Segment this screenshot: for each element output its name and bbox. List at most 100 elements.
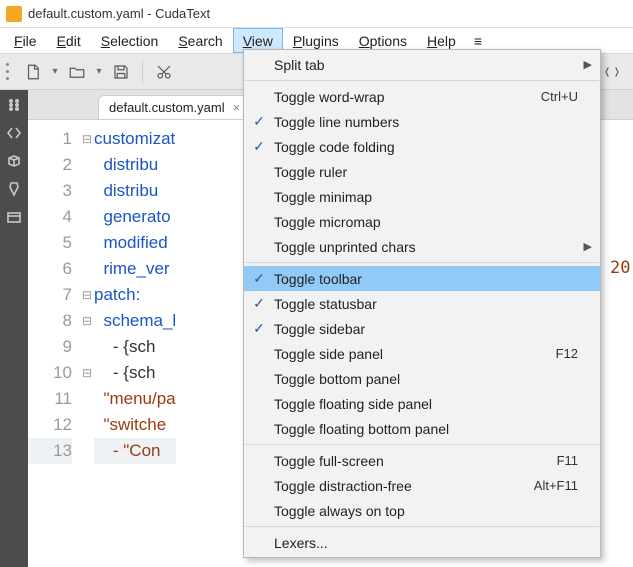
code-line[interactable]: - "Con xyxy=(94,438,176,464)
activity-sidebar xyxy=(0,90,28,567)
menu-item-label: Toggle ruler xyxy=(274,164,578,180)
menu-edit[interactable]: Edit xyxy=(47,28,91,53)
submenu-arrow-icon: ▶ xyxy=(578,240,592,253)
sidebar-grip-icon[interactable] xyxy=(5,96,23,114)
fold-marker xyxy=(80,178,94,204)
code-line[interactable]: generato xyxy=(94,204,176,230)
line-number: 5 xyxy=(28,230,72,256)
menu-item-label: Toggle always on top xyxy=(274,503,578,519)
code-line[interactable]: customizat xyxy=(94,126,176,152)
menu-item-toggle-bottom-panel[interactable]: Toggle bottom panel xyxy=(244,366,600,391)
code-tree-icon[interactable] xyxy=(5,124,23,142)
code-line[interactable]: - {sch xyxy=(94,360,176,386)
code-line[interactable]: rime_ver xyxy=(94,256,176,282)
save-file-button[interactable] xyxy=(106,58,136,86)
menu-search[interactable]: Search xyxy=(168,28,232,53)
menu-item-toggle-distraction-free[interactable]: Toggle distraction-freeAlt+F11 xyxy=(244,473,600,498)
menu-item-label: Toggle unprinted chars xyxy=(274,239,578,255)
code-line[interactable]: - {sch xyxy=(94,334,176,360)
menu-item-toggle-full-screen[interactable]: Toggle full-screenF11 xyxy=(244,448,600,473)
line-number: 1 xyxy=(28,126,72,152)
line-number-gutter: 12345678910111213 xyxy=(28,120,80,464)
tab-label: default.custom.yaml xyxy=(109,100,225,115)
snippet-icon[interactable] xyxy=(5,180,23,198)
menu-item-label: Toggle line numbers xyxy=(274,114,578,130)
menu-item-shortcut: Ctrl+U xyxy=(529,89,578,104)
menu-item-label: Toggle full-screen xyxy=(274,453,545,469)
toolbar-grip[interactable] xyxy=(6,61,12,83)
menu-item-toggle-micromap[interactable]: Toggle micromap xyxy=(244,209,600,234)
menu-separator xyxy=(245,80,599,81)
view-menu-dropdown: Split tab▶Toggle word-wrapCtrl+U✓Toggle … xyxy=(243,49,601,558)
code-line[interactable]: schema_l xyxy=(94,308,176,334)
menu-separator xyxy=(245,444,599,445)
code-line[interactable]: modified xyxy=(94,230,176,256)
tab-file[interactable]: default.custom.yaml × xyxy=(98,95,251,119)
menu-item-toggle-minimap[interactable]: Toggle minimap xyxy=(244,184,600,209)
toolbar-overflow-button[interactable] xyxy=(597,58,627,86)
line-number: 3 xyxy=(28,178,72,204)
menu-item-toggle-line-numbers[interactable]: ✓Toggle line numbers xyxy=(244,109,600,134)
fold-marker[interactable]: ⊟ xyxy=(80,126,94,152)
fold-marker[interactable]: ⊟ xyxy=(80,308,94,334)
fold-gutter: ⊟⊟⊟⊟ xyxy=(80,120,94,464)
fold-marker[interactable]: ⊟ xyxy=(80,360,94,386)
line-number: 8 xyxy=(28,308,72,334)
menu-item-toggle-floating-bottom-panel[interactable]: Toggle floating bottom panel xyxy=(244,416,600,441)
tab-close-icon[interactable]: × xyxy=(233,100,241,115)
new-file-dropdown[interactable]: ▾ xyxy=(50,66,60,77)
fold-marker[interactable]: ⊟ xyxy=(80,282,94,308)
menu-item-toggle-word-wrap[interactable]: Toggle word-wrapCtrl+U xyxy=(244,84,600,109)
menu-item-toggle-unprinted-chars[interactable]: Toggle unprinted chars▶ xyxy=(244,234,600,259)
menu-item-label: Toggle statusbar xyxy=(274,296,578,312)
open-file-button[interactable] xyxy=(62,58,92,86)
menu-item-toggle-statusbar[interactable]: ✓Toggle statusbar xyxy=(244,291,600,316)
line-number: 13 xyxy=(28,438,72,464)
menu-item-label: Toggle minimap xyxy=(274,189,578,205)
cut-button[interactable] xyxy=(149,58,179,86)
menu-item-label: Toggle bottom panel xyxy=(274,371,578,387)
menu-file[interactable]: File xyxy=(4,28,47,53)
check-icon: ✓ xyxy=(244,138,274,155)
menu-item-label: Toggle floating bottom panel xyxy=(274,421,578,437)
line-number: 10 xyxy=(28,360,72,386)
menu-item-label: Toggle distraction-free xyxy=(274,478,522,494)
code-line[interactable]: "menu/pa xyxy=(94,386,176,412)
fold-marker xyxy=(80,230,94,256)
line-number: 6 xyxy=(28,256,72,282)
menu-item-toggle-toolbar[interactable]: ✓Toggle toolbar xyxy=(244,266,600,291)
line-number: 2 xyxy=(28,152,72,178)
fold-marker xyxy=(80,152,94,178)
line-number: 9 xyxy=(28,334,72,360)
menu-item-toggle-ruler[interactable]: Toggle ruler xyxy=(244,159,600,184)
menu-item-shortcut: Alt+F11 xyxy=(522,478,578,493)
new-file-button[interactable] xyxy=(18,58,48,86)
fold-marker xyxy=(80,438,94,464)
menu-item-label: Toggle code folding xyxy=(274,139,578,155)
menu-item-toggle-sidebar[interactable]: ✓Toggle sidebar xyxy=(244,316,600,341)
menu-item-label: Toggle side panel xyxy=(274,346,544,362)
tabs-icon[interactable] xyxy=(5,208,23,226)
project-icon[interactable] xyxy=(5,152,23,170)
menu-item-toggle-code-folding[interactable]: ✓Toggle code folding xyxy=(244,134,600,159)
menu-item-split-tab[interactable]: Split tab▶ xyxy=(244,52,600,77)
title-bar: default.custom.yaml - CudaText xyxy=(0,0,633,28)
menu-selection[interactable]: Selection xyxy=(91,28,169,53)
menu-item-toggle-floating-side-panel[interactable]: Toggle floating side panel xyxy=(244,391,600,416)
code-line[interactable]: distribu xyxy=(94,178,176,204)
check-icon: ✓ xyxy=(244,320,274,337)
code-line[interactable]: distribu xyxy=(94,152,176,178)
line-number: 4 xyxy=(28,204,72,230)
toolbar-separator xyxy=(142,60,143,84)
menu-item-toggle-side-panel[interactable]: Toggle side panelF12 xyxy=(244,341,600,366)
menu-item-toggle-always-on-top[interactable]: Toggle always on top xyxy=(244,498,600,523)
app-icon xyxy=(6,6,22,22)
menu-item-lexers[interactable]: Lexers... xyxy=(244,530,600,555)
open-file-dropdown[interactable]: ▾ xyxy=(94,66,104,77)
code-content[interactable]: customizat distribu distribu generato mo… xyxy=(94,120,176,464)
menu-item-label: Lexers... xyxy=(274,535,578,551)
menu-separator xyxy=(245,526,599,527)
code-line[interactable]: "switche xyxy=(94,412,176,438)
code-line[interactable]: patch: xyxy=(94,282,176,308)
peek-text: 20 xyxy=(610,258,630,278)
